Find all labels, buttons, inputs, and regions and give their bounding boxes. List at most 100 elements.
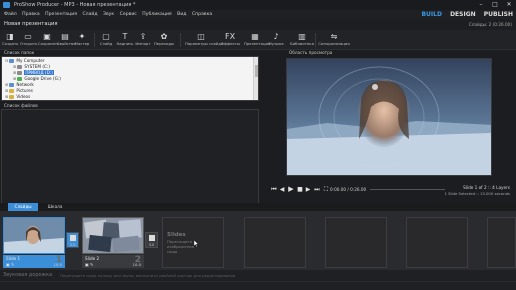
toolbar-button-slide-options[interactable]: ◫ Параметры слайда: [185, 31, 224, 49]
slide-options-icon: ◫: [197, 32, 205, 41]
transitions-icon: ✿: [160, 32, 168, 41]
empty-slide-drop-zone[interactable]: Slides Перетащите изображения сюда: [162, 217, 224, 268]
menu-publish[interactable]: Публикация: [142, 12, 171, 17]
toolbar-separator: [180, 33, 181, 47]
selection-info: 1 Slide Selected :: 13.000 seconds: [444, 191, 510, 196]
menu-view[interactable]: Вид: [177, 12, 186, 17]
toolbar-button-wizard[interactable]: ✦ Мастер: [74, 31, 90, 49]
mode-design[interactable]: DESIGN: [450, 11, 476, 18]
toolbar-button-effects[interactable]: FX Эффекты: [221, 31, 240, 49]
toolbar-button-caption[interactable]: T Надпись: [116, 31, 134, 49]
tab-slides[interactable]: Слайды: [8, 203, 38, 211]
tab-timeline[interactable]: Шкала: [40, 203, 70, 211]
music-icon: ♪: [273, 32, 279, 41]
fullscreen-icon[interactable]: ⛶: [322, 186, 330, 193]
skip-start-icon[interactable]: ⏮: [270, 186, 278, 193]
play-icon[interactable]: ▶: [287, 186, 295, 193]
menu-show[interactable]: Презентация: [45, 12, 77, 17]
folder-label: ПРИВОД (D:): [24, 70, 54, 75]
menu-slide[interactable]: Слайд: [82, 12, 97, 17]
open-icon: ▭: [24, 32, 32, 41]
toolbar-button-label: Синхронизация: [318, 41, 350, 46]
expand-icon[interactable]: ⊞: [5, 82, 8, 87]
toolbar-button-label: Импорт: [135, 41, 151, 46]
forward-icon[interactable]: ▶: [304, 186, 312, 193]
collapse-icon[interactable]: ⊟: [5, 58, 8, 63]
toolbar-button-open[interactable]: ▭ Открыть: [20, 31, 38, 49]
menu-tools[interactable]: Сервис: [120, 12, 137, 17]
toolbar-button-label: Сохранить: [38, 41, 60, 46]
expand-icon[interactable]: ⊞: [13, 76, 16, 81]
slide-name: Slide 1: [6, 256, 21, 261]
slide-thumbnail: [3, 217, 65, 254]
transition-2[interactable]: 3.0: [145, 232, 158, 248]
menu-audio[interactable]: Звук: [103, 12, 114, 17]
library-icon: ▥: [298, 32, 306, 41]
toolbar-button-label: Создать: [2, 41, 19, 46]
toolbar-button-properties[interactable]: ▤ Свойства: [57, 31, 76, 49]
preview-title: Область просмотра: [289, 50, 333, 55]
folder-icon: [9, 83, 15, 87]
skip-end-icon[interactable]: ⏭: [313, 186, 321, 193]
folder-icon: [17, 71, 23, 75]
caption-icon: T: [122, 32, 128, 41]
toolbar-button-label: Эффекты: [221, 41, 240, 46]
menu-help[interactable]: Справка: [192, 12, 212, 17]
folder-label: SYSTEM (C:): [24, 64, 50, 69]
expand-icon[interactable]: ⊞: [13, 70, 16, 75]
toolbar-button-music[interactable]: ♪ Музыка: [267, 31, 285, 49]
maximize-button[interactable]: □: [488, 0, 502, 10]
close-button[interactable]: ✕: [502, 0, 516, 10]
slide-list: Slide 1 1 ▣ ✎ 10.0 3.0 Slide 2 2 ▣ ✎ 10.…: [0, 211, 516, 270]
window-title: ProShow Producer - MP3 - Новая презентац…: [14, 2, 136, 8]
divider: [0, 281, 516, 282]
folder-icon: [9, 59, 15, 63]
project-title: Новая презентация: [0, 19, 516, 30]
transition-duration: 3.0: [148, 243, 155, 247]
toolbar-button-library[interactable]: ▥ Библиотека: [290, 31, 314, 49]
toolbar-button-transitions[interactable]: ✿ Переходы: [153, 31, 175, 49]
toolbar-button-sync[interactable]: ⇋ Синхронизация: [318, 31, 350, 49]
empty-slide-slot[interactable]: [487, 217, 516, 268]
slide-info-bar: Slide 1 1 ▣ ✎ 10.0: [3, 255, 65, 268]
slide-thumbnail: [82, 217, 144, 254]
toolbar-button-label: Открыть: [20, 41, 38, 46]
stop-icon[interactable]: ■: [296, 186, 304, 193]
empty-slide-slot[interactable]: [325, 217, 387, 268]
slide-card-2[interactable]: Slide 2 2 ▣ ✎ 10.0: [82, 217, 144, 268]
app-icon: [3, 2, 10, 8]
transition-duration: 3.0: [69, 243, 76, 247]
seek-bar[interactable]: [370, 189, 445, 190]
presentation-icon: ▦: [251, 32, 259, 41]
toolbar-button-new[interactable]: ◨ Создать: [2, 31, 18, 49]
file-list[interactable]: [1, 109, 259, 204]
empty-slide-slot[interactable]: [244, 217, 306, 268]
rewind-icon[interactable]: ◀: [278, 186, 286, 193]
project-info: Слайды: 2 (0:26.00): [468, 22, 512, 27]
expand-icon[interactable]: ⊞: [13, 64, 16, 69]
toolbar-button-presentation[interactable]: ▦ Презентация: [244, 31, 270, 49]
expand-icon[interactable]: ⊞: [5, 94, 8, 99]
folder-tree-item[interactable]: ⊞ Videos: [5, 94, 30, 100]
slide-card-1[interactable]: Slide 1 1 ▣ ✎ 10.0: [3, 217, 65, 268]
mode-build[interactable]: BUILD: [421, 11, 441, 18]
toolbar-button-import[interactable]: ⇪ Импорт: [135, 31, 151, 49]
effects-icon: FX: [225, 32, 236, 41]
menu-file[interactable]: Файл: [4, 12, 17, 17]
mode-publish[interactable]: PUBLISH: [484, 11, 513, 18]
menu-edit[interactable]: Правка: [22, 12, 39, 17]
preview-area[interactable]: [286, 58, 492, 176]
transition-1[interactable]: 3.0: [66, 232, 79, 248]
scrollbar-thumb[interactable]: [255, 65, 258, 77]
toolbar-button-save[interactable]: ▣ Сохранить: [38, 31, 60, 49]
toolbar-button-slide[interactable]: ▢ Слайд: [98, 31, 114, 49]
folder-tree-scrollbar[interactable]: [253, 57, 258, 100]
folder-icon: [17, 65, 23, 69]
empty-slide-title: Slides: [167, 232, 186, 238]
empty-slide-slot[interactable]: [406, 217, 468, 268]
minimize-button[interactable]: –: [474, 0, 488, 10]
audio-track[interactable]: Звуковая дорожка Перетащите сюда музыку …: [0, 270, 516, 290]
expand-icon[interactable]: ⊞: [5, 88, 8, 93]
toolbar-button-label: Параметры слайда: [185, 41, 224, 46]
folder-tree[interactable]: ⊟ My Computer ⊞ SYSTEM (C:) ⊞ ПРИВОД (D:) ⊞ Goo…: [1, 56, 259, 101]
